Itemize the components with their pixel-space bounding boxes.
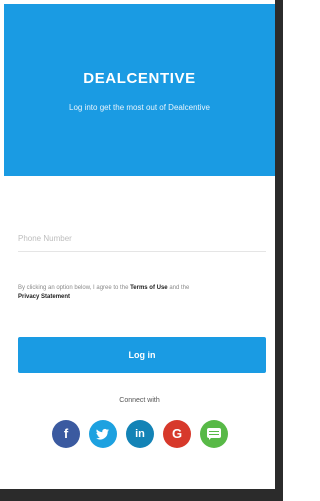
header-banner: DEALCENTIVE Log into get the most out of… (4, 4, 275, 176)
device-frame: DEALCENTIVE Log into get the most out of… (0, 0, 283, 501)
linkedin-icon[interactable]: in (126, 420, 154, 448)
privacy-statement-link[interactable]: Privacy Statement (18, 294, 70, 300)
login-button[interactable]: Log in (18, 337, 266, 373)
social-login-row: f in G (52, 420, 232, 450)
chat-bubble-tail (209, 437, 212, 440)
device-edge-right (275, 0, 283, 501)
login-screen: DEALCENTIVE Log into get the most out of… (4, 4, 275, 489)
phone-number-input[interactable] (18, 226, 266, 252)
connect-with-label: Connect with (119, 397, 160, 404)
twitter-bird-icon (96, 428, 109, 440)
terms-of-use-link[interactable]: Terms of Use (130, 285, 168, 291)
sms-icon[interactable] (200, 420, 228, 448)
terms-middle: and the (167, 285, 190, 291)
google-icon[interactable]: G (163, 420, 191, 448)
terms-prefix: By clicking an option below, I agree to … (18, 285, 131, 291)
brand-title: DEALCENTIVE (83, 70, 196, 87)
terms-notice: By clicking an option below, I agree to … (18, 284, 263, 302)
facebook-icon[interactable]: f (52, 420, 80, 448)
device-edge-bottom (0, 489, 283, 501)
tagline: Log into get the most out of Dealcentive (69, 103, 210, 112)
twitter-icon[interactable] (89, 420, 117, 448)
chat-bubble-lines (209, 431, 219, 432)
